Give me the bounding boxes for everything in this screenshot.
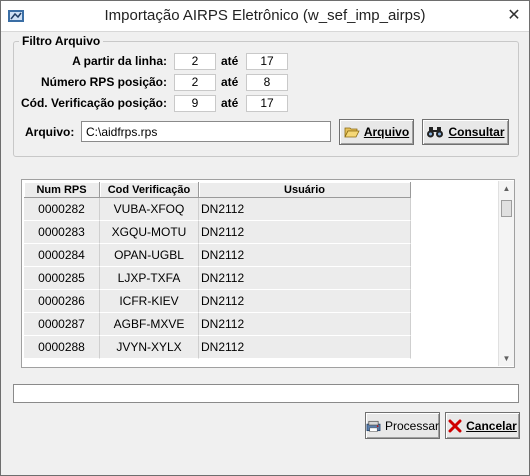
num-rps-cell: 0000288 [24, 336, 100, 359]
cancelar-button[interactable]: Cancelar [445, 412, 520, 439]
verification-position-to-field[interactable]: 17 [246, 95, 288, 112]
verification-position-from-field[interactable]: 9 [174, 95, 216, 112]
column-header-usuario[interactable]: Usuário [199, 182, 411, 198]
cod-verificacao-cell: OPAN-UGBL [100, 244, 199, 267]
cancelar-button-label: Cancelar [466, 418, 517, 433]
table-row[interactable]: 0000282 VUBA-XFOQ DN2112 [24, 198, 411, 221]
close-icon[interactable]: ✕ [505, 7, 523, 25]
table-row[interactable]: 0000285 LJXP-TXFA DN2112 [24, 267, 411, 290]
grid-vertical-scrollbar[interactable]: ▲ ▼ [498, 181, 514, 366]
num-rps-cell: 0000287 [24, 313, 100, 336]
cod-verificacao-cell: XGQU-MOTU [100, 221, 199, 244]
processar-button-label: Processar [384, 418, 439, 433]
cancel-x-icon [448, 419, 462, 432]
usuario-cell: DN2112 [199, 198, 411, 221]
arquivo-button-label: Arquivo [363, 125, 410, 139]
num-rps-cell: 0000283 [24, 221, 100, 244]
rps-grid[interactable]: Num RPS Cod Verificação Usuário 0000282 … [21, 179, 515, 368]
start-line-to-field[interactable]: 17 [246, 53, 288, 70]
scroll-thumb[interactable] [501, 200, 512, 217]
num-rps-cell: 0000286 [24, 290, 100, 313]
verification-position-label: Cód. Verificação posição: [20, 96, 167, 110]
cod-verificacao-cell: AGBF-MXVE [100, 313, 199, 336]
scroll-down-icon[interactable]: ▼ [499, 351, 514, 366]
num-rps-cell: 0000285 [24, 267, 100, 290]
rps-position-from-field[interactable]: 2 [174, 74, 216, 91]
usuario-cell: DN2112 [199, 336, 411, 359]
start-line-to-label: até [221, 54, 239, 68]
binoculars-icon [427, 127, 444, 138]
column-header-num-rps[interactable]: Num RPS [24, 182, 100, 198]
start-line-label: A partir da linha: [72, 54, 167, 68]
usuario-cell: DN2112 [199, 290, 411, 313]
table-row[interactable]: 0000288 JVYN-XYLX DN2112 [24, 336, 411, 359]
title-bar: Importação AIRPS Eletrônico (w_sef_imp_a… [1, 1, 529, 32]
usuario-cell: DN2112 [199, 313, 411, 336]
filter-group-label: Filtro Arquivo [19, 34, 104, 48]
table-row[interactable]: 0000286 ICFR-KIEV DN2112 [24, 290, 411, 313]
window-title: Importação AIRPS Eletrônico (w_sef_imp_a… [104, 7, 426, 24]
cod-verificacao-cell: ICFR-KIEV [100, 290, 199, 313]
file-label: Arquivo: [25, 125, 75, 139]
column-header-cod-verificacao[interactable]: Cod Verificação [100, 182, 199, 198]
verification-position-to-label: até [221, 96, 239, 110]
consultar-button-label: Consultar [448, 125, 505, 139]
file-path-input[interactable]: C:\aidfrps.rps [81, 121, 331, 142]
grid-header: Num RPS Cod Verificação Usuário [24, 182, 411, 198]
rps-position-to-label: até [221, 75, 239, 89]
status-field [13, 384, 519, 403]
cod-verificacao-cell: VUBA-XFOQ [100, 198, 199, 221]
scroll-up-icon[interactable]: ▲ [499, 181, 514, 196]
cod-verificacao-cell: LJXP-TXFA [100, 267, 199, 290]
num-rps-cell: 0000284 [24, 244, 100, 267]
rps-position-to-field[interactable]: 8 [246, 74, 288, 91]
usuario-cell: DN2112 [199, 267, 411, 290]
usuario-cell: DN2112 [199, 244, 411, 267]
table-row[interactable]: 0000284 OPAN-UGBL DN2112 [24, 244, 411, 267]
num-rps-cell: 0000282 [24, 198, 100, 221]
start-line-from-field[interactable]: 2 [174, 53, 216, 70]
rps-position-label: Número RPS posição: [40, 75, 167, 89]
consultar-button[interactable]: Consultar [422, 119, 509, 145]
folder-open-icon [344, 127, 360, 138]
usuario-cell: DN2112 [199, 221, 411, 244]
table-row[interactable]: 0000287 AGBF-MXVE DN2112 [24, 313, 411, 336]
arquivo-button[interactable]: Arquivo [339, 119, 414, 145]
table-row[interactable]: 0000283 XGQU-MOTU DN2112 [24, 221, 411, 244]
process-icon [366, 420, 381, 432]
import-dialog: Importação AIRPS Eletrônico (w_sef_imp_a… [0, 0, 530, 476]
processar-button[interactable]: Processar [365, 412, 440, 439]
cod-verificacao-cell: JVYN-XYLX [100, 336, 199, 359]
